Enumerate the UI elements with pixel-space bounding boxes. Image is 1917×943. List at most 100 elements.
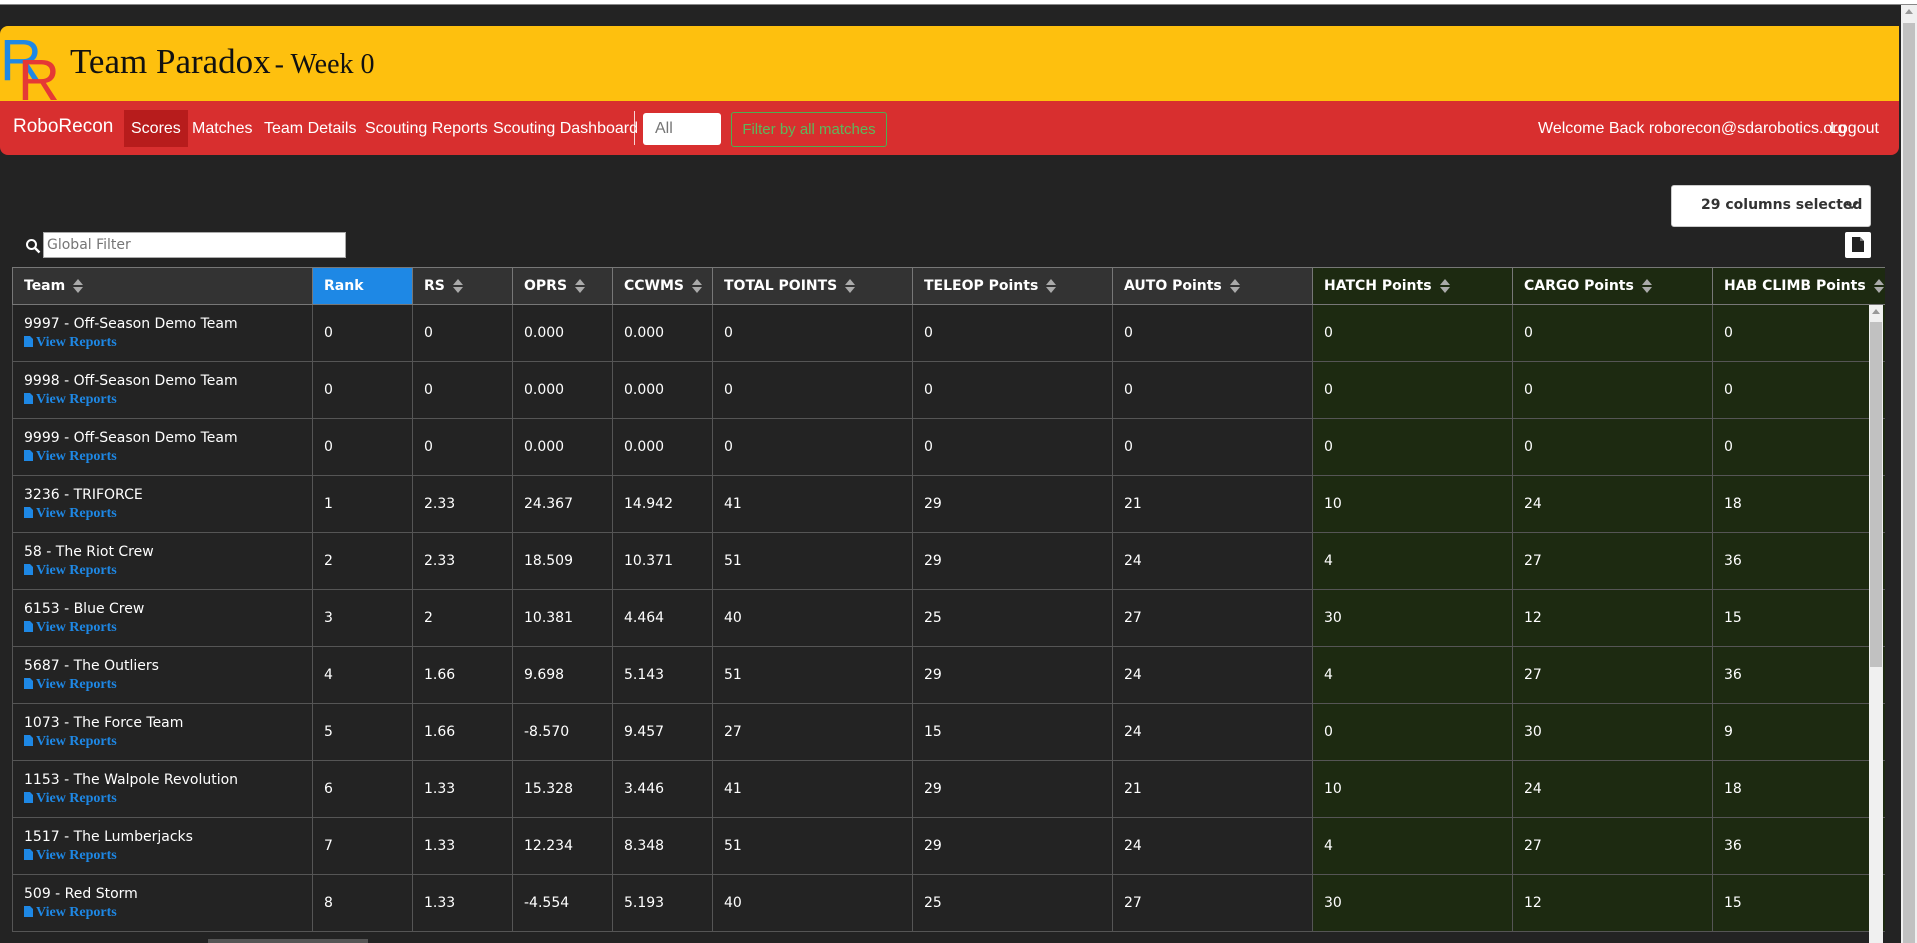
column-header-rs[interactable]: RS: [412, 267, 513, 305]
sort-icon: [73, 279, 84, 293]
table-cell: 24: [1112, 817, 1313, 875]
column-header-teleop-points[interactable]: TELEOP Points: [912, 267, 1113, 305]
team-name: 1153 - The Walpole Revolution: [24, 771, 239, 788]
team-name: 1517 - The Lumberjacks: [24, 828, 193, 845]
table-cell: 21: [1112, 760, 1313, 818]
table-cell: 15: [1712, 874, 1885, 932]
column-header-label: CARGO Points: [1524, 278, 1634, 294]
table-cell: 29: [912, 760, 1113, 818]
column-header-label: TOTAL POINTS: [724, 278, 838, 294]
column-header-hatch-points[interactable]: HATCH Points: [1312, 267, 1513, 305]
table-cell: 0: [312, 361, 413, 419]
nav-item-matches[interactable]: Matches: [185, 110, 259, 147]
team-name: 9999 - Off-Season Demo Team: [24, 429, 238, 446]
table-cell: 15: [1712, 589, 1885, 647]
column-header-hab-climb-points[interactable]: HAB CLIMB Points: [1712, 267, 1885, 305]
view-reports-link[interactable]: View Reports: [24, 392, 312, 408]
table-cell: 36: [1712, 646, 1885, 704]
table-cell: 51: [712, 532, 913, 590]
match-filter-input[interactable]: [643, 113, 721, 145]
view-reports-link[interactable]: View Reports: [24, 734, 312, 750]
table-cell: 0: [712, 418, 913, 476]
view-reports-label: View Reports: [36, 448, 117, 464]
table-cell: 0: [412, 304, 513, 362]
table-cell: 27: [1112, 874, 1313, 932]
table-cell: 3: [312, 589, 413, 647]
view-reports-link[interactable]: View Reports: [24, 848, 312, 864]
view-reports-link[interactable]: View Reports: [24, 905, 312, 921]
column-header-label: CCWMS: [624, 278, 685, 294]
team-cell: 6153 - Blue Crew View Reports: [12, 589, 313, 647]
nav-item-scores[interactable]: Scores: [124, 110, 188, 147]
team-name: 9997 - Off-Season Demo Team: [24, 315, 238, 332]
sort-icon: [575, 279, 586, 293]
table-cell: 18: [1712, 760, 1885, 818]
column-header-auto-points[interactable]: AUTO Points: [1112, 267, 1313, 305]
table-cell: 0: [412, 418, 513, 476]
page-scroll-up-arrow[interactable]: [1905, 9, 1913, 14]
column-header-team[interactable]: Team: [12, 267, 313, 305]
global-filter-input[interactable]: [43, 232, 346, 258]
table-cell: 1.33: [412, 817, 513, 875]
table-cell: 5.193: [612, 874, 713, 932]
column-header-ccwms[interactable]: CCWMS: [612, 267, 713, 305]
view-reports-link[interactable]: View Reports: [24, 506, 312, 522]
browser-top-divider: [0, 4, 1917, 5]
table-cell: 10: [1312, 760, 1513, 818]
table-cell: 0: [1712, 418, 1885, 476]
table-cell: 15.328: [512, 760, 613, 818]
export-button[interactable]: [1845, 232, 1871, 258]
column-header-oprs[interactable]: OPRS: [512, 267, 613, 305]
column-header-rank[interactable]: Rank: [312, 267, 413, 305]
view-reports-link[interactable]: View Reports: [24, 563, 312, 579]
page-scrollbar-thumb[interactable]: [1903, 23, 1915, 943]
table-body: 9997 - Off-Season Demo Team View Reports 0…: [12, 304, 1885, 932]
table-cell: 0: [1512, 304, 1713, 362]
table-cell: 0: [412, 361, 513, 419]
table-cell: 0: [1712, 361, 1885, 419]
view-reports-link[interactable]: View Reports: [24, 620, 312, 636]
team-cell: 509 - Red Storm View Reports: [12, 874, 313, 932]
table-cell: 1.33: [412, 874, 513, 932]
sort-icon: [452, 279, 463, 293]
column-header-total-points[interactable]: TOTAL POINTS: [712, 267, 913, 305]
table-cell: 0: [1312, 703, 1513, 761]
table-cell: 29: [912, 532, 1113, 590]
logout-link[interactable]: Logout: [1830, 120, 1879, 138]
table-scrollbar-thumb[interactable]: [1870, 322, 1882, 667]
column-header-cargo-points[interactable]: CARGO Points: [1512, 267, 1713, 305]
table-cell: 41: [712, 475, 913, 533]
table-cell: 24: [1112, 532, 1313, 590]
team-cell: 58 - The Riot Crew View Reports: [12, 532, 313, 590]
column-header-label: Team: [24, 278, 66, 294]
nav-item-scouting-dashboard[interactable]: Scouting Dashboard: [486, 110, 645, 147]
column-header-label: AUTO Points: [1124, 278, 1222, 294]
navbar-brand[interactable]: RoboRecon: [13, 116, 113, 138]
table-cell: 18.509: [512, 532, 613, 590]
table-cell: 51: [712, 646, 913, 704]
table-cell: 0.000: [612, 361, 713, 419]
view-reports-label: View Reports: [36, 733, 117, 749]
table-cell: 0: [312, 304, 413, 362]
table-header-row: Team Rank RS OPRS CCWMS TOTAL POINTS TELEOP Po…: [12, 267, 1885, 305]
view-reports-link[interactable]: View Reports: [24, 791, 312, 807]
view-reports-label: View Reports: [36, 790, 117, 806]
filter-by-all-matches-button[interactable]: Filter by all matches: [731, 112, 887, 147]
sort-icon: [692, 279, 703, 293]
table-cell: 36: [1712, 817, 1885, 875]
column-selector-dropdown[interactable]: 29 columns selected: [1671, 185, 1871, 227]
table-row: 9998 - Off-Season Demo Team View Reports 0…: [12, 361, 1885, 419]
file-icon: [24, 506, 33, 518]
table-scroll-up-arrow[interactable]: [1872, 309, 1880, 314]
nav-item-scouting-reports[interactable]: Scouting Reports: [358, 110, 495, 147]
view-reports-link[interactable]: View Reports: [24, 677, 312, 693]
horizontal-scrollbar-thumb[interactable]: [208, 939, 368, 943]
view-reports-link[interactable]: View Reports: [24, 335, 312, 351]
view-reports-label: View Reports: [36, 847, 117, 863]
table-cell: 0: [1112, 361, 1313, 419]
nav-item-team-details[interactable]: Team Details: [257, 110, 363, 147]
team-name: 5687 - The Outliers: [24, 657, 159, 674]
view-reports-link[interactable]: View Reports: [24, 449, 312, 465]
table-cell: 9: [1712, 703, 1885, 761]
table-cell: 2: [412, 589, 513, 647]
